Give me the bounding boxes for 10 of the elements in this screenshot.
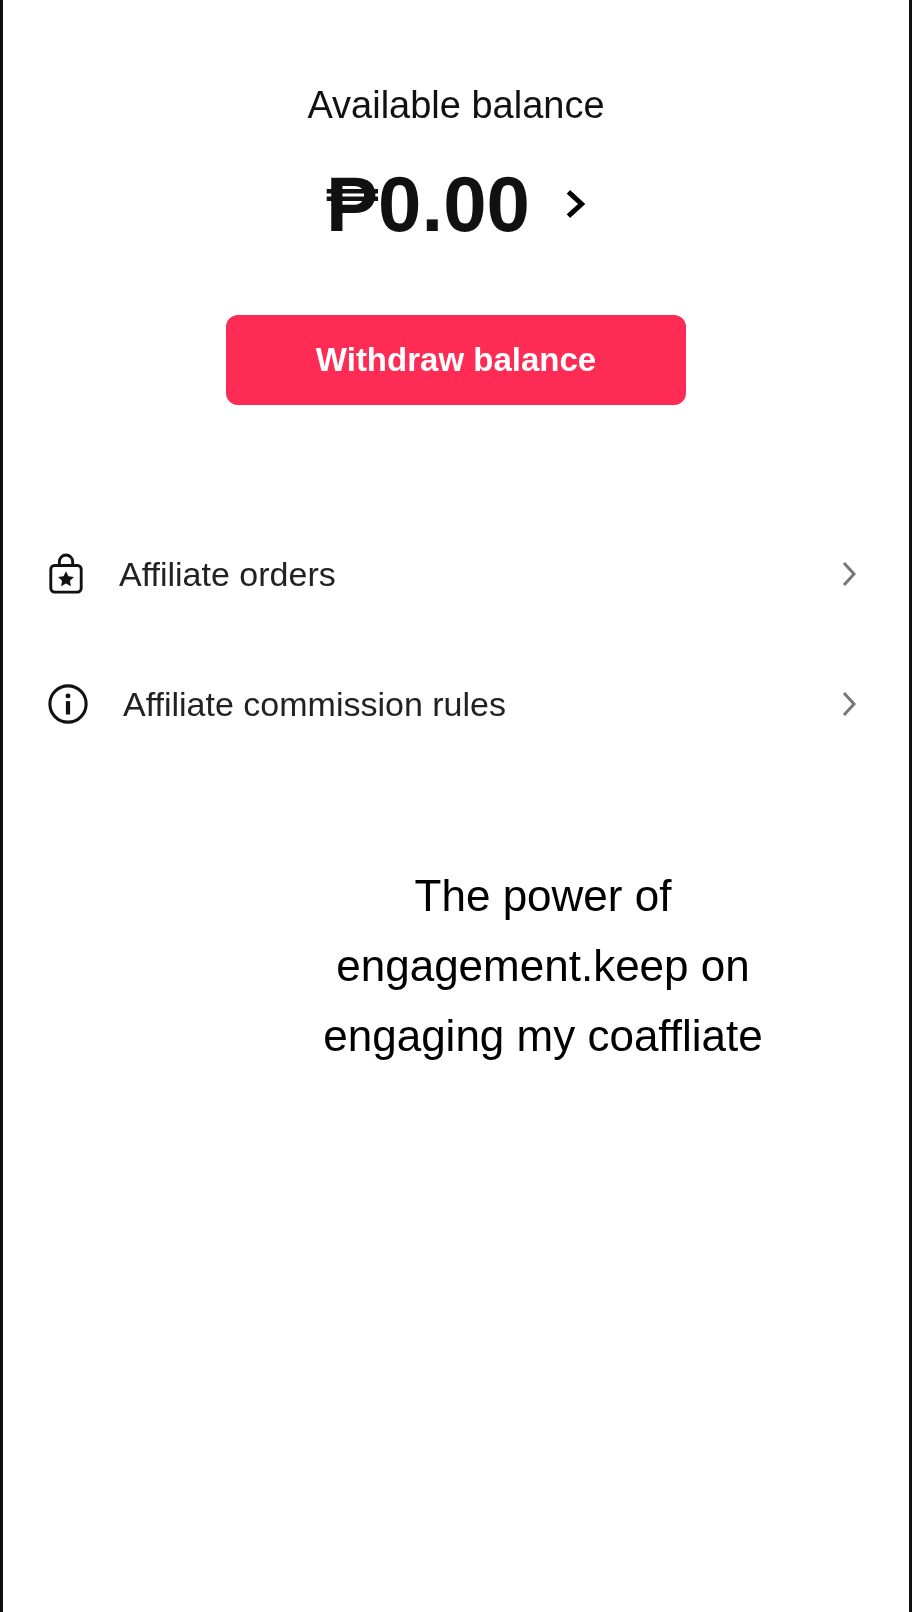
shopping-bag-icon xyxy=(47,553,85,595)
balance-label: Available balance xyxy=(307,84,605,127)
menu-item[interactable]: Affiliate orders xyxy=(3,509,909,639)
chevron-right-icon xyxy=(841,690,857,718)
withdraw-button[interactable]: Withdraw balance xyxy=(226,315,686,405)
caption-text: The power of engagement.keep on engaging my coaffliate xyxy=(322,870,764,1062)
info-icon xyxy=(47,683,89,725)
menu-item[interactable]: Affiliate commission rules xyxy=(3,639,909,769)
chevron-right-icon xyxy=(841,560,857,588)
balance-amount: ₱0.00 xyxy=(326,165,530,243)
